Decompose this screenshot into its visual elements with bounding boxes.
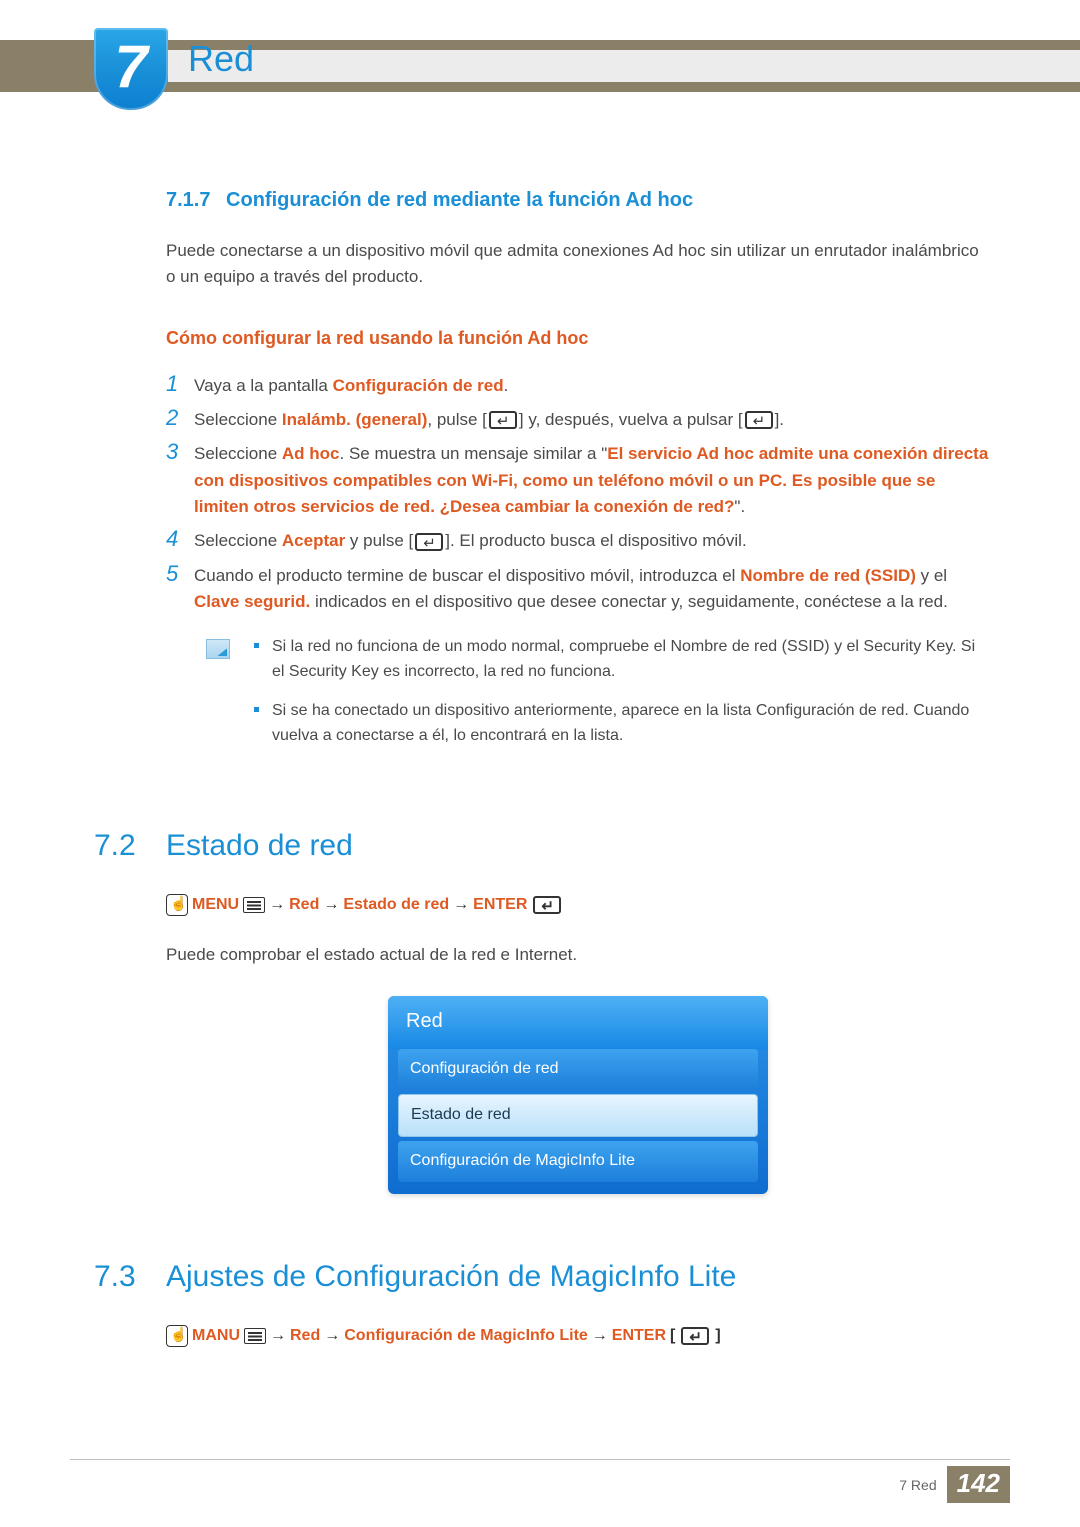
header-bar-inner <box>168 50 1080 82</box>
section-number: 7.3 <box>94 1254 166 1301</box>
section-title: Estado de red <box>166 823 353 870</box>
step-number: 2 <box>166 405 194 433</box>
chapter-title: Red <box>188 38 254 80</box>
step-number: 1 <box>166 371 194 399</box>
subsection-title: Configuración de red mediante la función… <box>226 189 693 211</box>
note-list: Si la red no funciona de un modo normal,… <box>254 635 990 762</box>
footer-page-number: 142 <box>947 1466 1010 1503</box>
osd-menu-item[interactable]: Configuración de red <box>398 1049 758 1090</box>
step-body: Seleccione Aceptar y pulse []. El produc… <box>194 526 990 554</box>
page-footer: 7 Red 142 <box>70 1459 1010 1499</box>
note-item: Si se ha conectado un dispositivo anteri… <box>254 699 990 749</box>
enter-icon <box>533 896 561 914</box>
step-3: 3 Seleccione Ad hoc. Se muestra un mensa… <box>166 439 990 520</box>
osd-menu-item-selected[interactable]: Estado de red <box>398 1094 758 1137</box>
footer-chapter: 7 Red <box>899 1477 936 1493</box>
step-number: 5 <box>166 561 194 616</box>
step-4: 4 Seleccione Aceptar y pulse []. El prod… <box>166 526 990 554</box>
menu-path: MANU → Red → Configuración de MagicInfo … <box>166 1324 990 1349</box>
enter-icon <box>681 1327 709 1345</box>
menu-icon <box>243 897 265 913</box>
chapter-badge: 7 <box>94 28 168 110</box>
section-heading: 7.3 Ajustes de Configuración de MagicInf… <box>94 1254 990 1301</box>
step-body: Seleccione Inalámb. (general), pulse [] … <box>194 405 990 433</box>
enter-icon <box>745 411 773 429</box>
subsection-number: 7.1.7 <box>166 189 210 211</box>
note-block: Si la red no funciona de un modo normal,… <box>206 635 990 762</box>
howto-heading: Cómo configurar la red usando la función… <box>166 325 990 353</box>
step-body: Vaya a la pantalla Configuración de red. <box>194 371 990 399</box>
step-number: 4 <box>166 526 194 554</box>
section-heading: 7.2 Estado de red <box>94 823 990 870</box>
enter-icon <box>489 411 517 429</box>
osd-menu-header: Red <box>388 996 768 1049</box>
osd-menu-item[interactable]: Configuración de MagicInfo Lite <box>398 1141 758 1182</box>
step-2: 2 Seleccione Inalámb. (general), pulse [… <box>166 405 990 433</box>
section-number: 7.2 <box>94 823 166 870</box>
intro-paragraph: Puede conectarse a un dispositivo móvil … <box>166 238 990 291</box>
menu-path: MENU → Red → Estado de red → ENTER <box>166 893 990 918</box>
remote-icon <box>166 894 188 916</box>
note-item: Si la red no funciona de un modo normal,… <box>254 635 990 685</box>
chapter-number: 7 <box>94 28 168 110</box>
osd-menu: Red Configuración de red Estado de red C… <box>388 996 768 1193</box>
subsection-heading: 7.1.7 Configuración de red mediante la f… <box>166 185 990 216</box>
section-desc: Puede comprobar el estado actual de la r… <box>166 942 990 968</box>
note-icon <box>206 639 230 659</box>
page-content: 7.1.7 Configuración de red mediante la f… <box>166 185 990 1373</box>
step-body: Seleccione Ad hoc. Se muestra un mensaje… <box>194 439 990 520</box>
menu-icon <box>244 1328 266 1344</box>
remote-icon <box>166 1325 188 1347</box>
step-number: 3 <box>166 439 194 520</box>
step-5: 5 Cuando el producto termine de buscar e… <box>166 561 990 616</box>
section-title: Ajustes de Configuración de MagicInfo Li… <box>166 1254 736 1301</box>
step-1: 1 Vaya a la pantalla Configuración de re… <box>166 371 990 399</box>
enter-icon <box>415 533 443 551</box>
step-body: Cuando el producto termine de buscar el … <box>194 561 990 616</box>
